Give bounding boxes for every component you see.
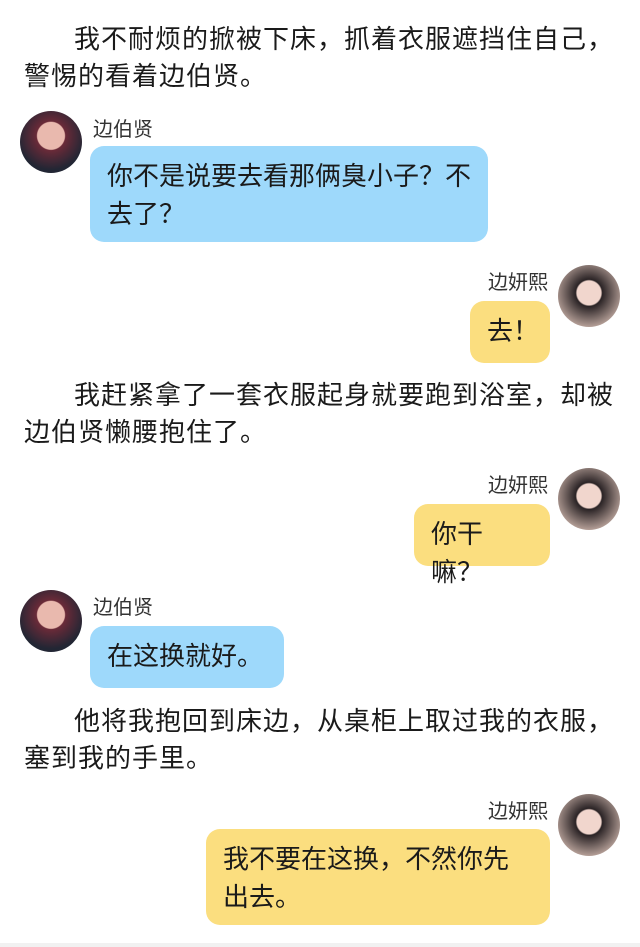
speaker-name: 边伯贤 [93, 117, 153, 141]
narration-text: 他将我抱回到床边，从桌柜上取过我的衣服，塞到我的手里。 [24, 707, 615, 774]
speaker-name: 边妍熙 [488, 270, 548, 294]
narration-text: 我不耐烦的掀被下床，抓着衣服遮挡住自己，警惕的看着边伯贤。 [24, 25, 615, 92]
message-bubble[interactable]: 在这换就好。 [90, 626, 284, 688]
message-text: 去！ [487, 317, 540, 347]
divider [0, 943, 640, 947]
message-text: 你干嘛？ [431, 520, 484, 588]
message-bubble[interactable]: 你干嘛？ [414, 504, 550, 588]
message-text: 在这换就好。 [107, 642, 264, 672]
speaker-name: 边伯贤 [93, 595, 153, 619]
avatar-right[interactable] [558, 265, 620, 327]
message-text: 你不是说要去看那俩臭小子？不去了？ [107, 162, 472, 230]
message-bubble[interactable]: 去！ [470, 301, 550, 363]
message-bubble[interactable]: 我不要在这换，不然你先出去。 [206, 829, 550, 925]
speaker-name: 边妍熙 [488, 799, 548, 823]
avatar-right[interactable] [558, 794, 620, 856]
avatar-left[interactable] [20, 590, 82, 652]
narration-text: 我赶紧拿了一套衣服起身就要跑到浴室，却被边伯贤懒腰抱住了。 [24, 381, 615, 448]
speaker-name: 边妍熙 [488, 473, 548, 497]
message-bubble[interactable]: 你不是说要去看那俩臭小子？不去了？ [90, 146, 488, 242]
message-text: 我不要在这换，不然你先出去。 [223, 845, 510, 913]
avatar-left[interactable] [20, 111, 82, 173]
avatar-right[interactable] [558, 468, 620, 530]
